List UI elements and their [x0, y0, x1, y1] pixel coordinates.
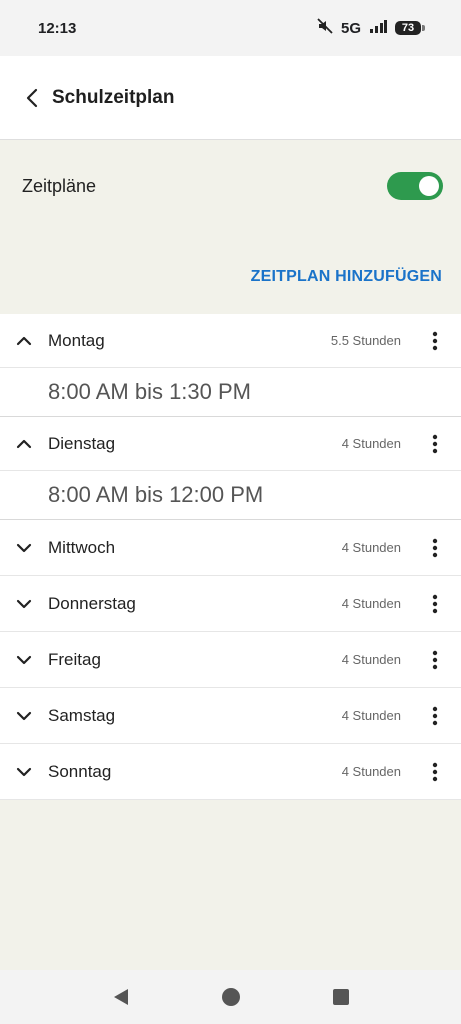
day-hours: 5.5 Stunden	[330, 333, 401, 348]
more-vert-icon[interactable]	[415, 528, 455, 568]
day-row-sonntag[interactable]: Sonntag 4 Stunden	[0, 744, 461, 800]
more-vert-icon[interactable]	[415, 696, 455, 736]
schedules-toggle[interactable]	[387, 172, 443, 200]
day-list: Montag 5.5 Stunden 8:00 AM bis 1:30 PM D…	[0, 314, 461, 800]
app-bar: Schulzeitplan	[0, 56, 461, 140]
add-schedule-button[interactable]: ZEITPLAN HINZUFÜGEN	[251, 268, 442, 286]
day-name: Freitag	[48, 649, 101, 669]
day-time-range[interactable]: 8:00 AM bis 12:00 PM	[0, 471, 461, 520]
page-title: Schulzeitplan	[52, 86, 175, 108]
chevron-left-icon	[26, 88, 38, 107]
nav-recents-icon[interactable]	[329, 985, 353, 1009]
day-name: Mittwoch	[48, 537, 116, 557]
battery-level: 73	[395, 21, 421, 35]
mute-icon	[317, 18, 333, 38]
day-hours: 4 Stunden	[341, 596, 401, 611]
day-name: Dienstag	[48, 433, 116, 453]
network-label: 5G	[340, 19, 361, 37]
more-vert-icon[interactable]	[415, 424, 455, 464]
battery-icon: 73	[395, 21, 425, 35]
day-name: Sonntag	[48, 761, 112, 781]
day-hours: 4 Stunden	[341, 436, 401, 451]
nav-home-icon[interactable]	[219, 985, 243, 1009]
chevron-down-icon[interactable]	[0, 599, 48, 609]
day-hours: 4 Stunden	[341, 652, 401, 667]
nav-back-icon[interactable]	[109, 985, 133, 1009]
day-name: Montag	[48, 330, 105, 350]
chevron-up-icon[interactable]	[0, 439, 48, 449]
chevron-down-icon[interactable]	[0, 655, 48, 665]
day-row-freitag[interactable]: Freitag 4 Stunden	[0, 632, 461, 688]
toggle-knob	[419, 176, 439, 196]
day-row-montag[interactable]: Montag 5.5 Stunden	[0, 314, 461, 368]
chevron-up-icon[interactable]	[0, 336, 48, 346]
system-nav-bar	[0, 970, 461, 1024]
more-vert-icon[interactable]	[415, 640, 455, 680]
day-row-mittwoch[interactable]: Mittwoch 4 Stunden	[0, 520, 461, 576]
day-row-samstag[interactable]: Samstag 4 Stunden	[0, 688, 461, 744]
more-vert-icon[interactable]	[415, 752, 455, 792]
status-bar: 12:13 5G 73	[0, 0, 461, 56]
status-time: 12:13	[38, 19, 77, 37]
day-name: Samstag	[48, 705, 116, 725]
chevron-down-icon[interactable]	[0, 767, 48, 777]
day-hours: 4 Stunden	[341, 708, 401, 723]
schedules-toggle-row: Zeitpläne	[22, 168, 443, 204]
day-time-range[interactable]: 8:00 AM bis 1:30 PM	[0, 368, 461, 417]
day-row-donnerstag[interactable]: Donnerstag 4 Stunden	[0, 576, 461, 632]
schedule-settings: Zeitpläne ZEITPLAN HINZUFÜGEN	[0, 140, 461, 314]
more-vert-icon[interactable]	[415, 584, 455, 624]
day-hours: 4 Stunden	[341, 540, 401, 555]
day-name: Donnerstag	[48, 593, 136, 613]
more-vert-icon[interactable]	[415, 321, 455, 361]
day-row-dienstag[interactable]: Dienstag 4 Stunden	[0, 417, 461, 471]
back-button[interactable]	[18, 84, 46, 112]
status-icons: 5G 73	[317, 18, 425, 38]
signal-icon	[369, 19, 387, 37]
day-hours: 4 Stunden	[341, 764, 401, 779]
chevron-down-icon[interactable]	[0, 543, 48, 553]
chevron-down-icon[interactable]	[0, 711, 48, 721]
schedules-toggle-label: Zeitpläne	[22, 175, 97, 196]
